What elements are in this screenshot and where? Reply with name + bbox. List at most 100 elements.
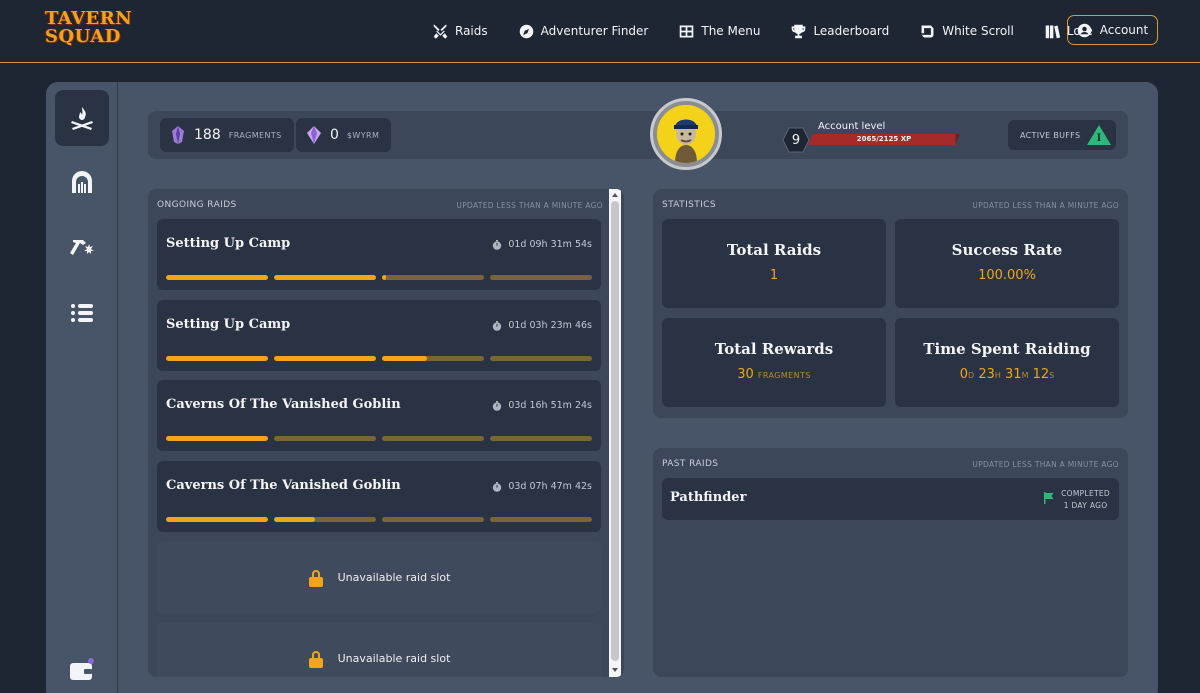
avatar-portrait [657,105,715,163]
time-minutes: 31 [1005,367,1022,382]
progress-segment [166,436,268,441]
statistics-panel: STATISTICS UPDATED LESS THAN A MINUTE AG… [653,189,1128,418]
stopwatch-icon [493,320,502,331]
stat-value: 30 FRAGMENTS [662,367,886,382]
progress-segment [490,436,592,441]
nav-white-scroll[interactable]: White Scroll [919,23,1014,40]
wyrm-unit: $WYRM [346,130,380,140]
lock-icon [308,569,323,587]
account-label: Account [1099,23,1149,37]
raid-timer: 01d 03h 23m 46s [492,320,592,331]
nav-raids-label: Raids [455,24,488,38]
fragments-unit: FRAGMENTS [228,130,282,140]
wyrm-counter[interactable]: 0 $WYRM [296,118,392,152]
statistics-heading: STATISTICS [662,200,716,210]
past-raid-status: COMPLETED 1 DAY AGO [1061,488,1110,512]
raid-card[interactable]: Setting Up Camp 01d 03h 23m 46s [157,300,601,371]
unavailable-slot: Unavailable raid slot [157,623,601,677]
progress-segment [382,517,484,522]
sidebar [46,82,118,693]
crossed-swords-icon [433,24,448,39]
tavern-squad-logo[interactable]: TAVERN SQUAD [45,10,132,50]
top-bar: TAVERN SQUAD Raids Adventurer Finder The… [0,0,1200,63]
progress-segment [382,436,484,441]
buff-triangle-icon: I [1087,125,1112,145]
progress-segment [490,275,592,280]
progress-segment [274,275,376,280]
rewards-unit: FRAGMENTS [757,371,811,380]
fragments-counter[interactable]: 188 FRAGMENTS [160,118,294,152]
sidebar-camp-button[interactable] [55,90,109,146]
trophy-icon [792,24,806,38]
past-raid-item[interactable]: Pathfinder COMPLETED 1 DAY AGO [662,478,1119,520]
nav-the-menu-label: The Menu [701,24,761,38]
progress-fill [166,517,268,522]
raid-card[interactable]: Caverns Of The Vanished Goblin 03d 16h 51… [157,380,601,451]
raid-progress [166,275,592,280]
raid-card[interactable]: Caverns Of The Vanished Goblin 03d 07h 47… [157,461,601,532]
progress-fill [382,356,427,361]
wyrm-gem-icon [307,126,321,144]
fragments-amount: 188 [194,127,221,143]
nav-leaderboard[interactable]: Leaderboard [790,23,889,40]
sidebar-dungeon-button[interactable] [55,155,109,211]
progress-segment [166,275,268,280]
past-raid-when: 1 DAY AGO [1063,501,1108,510]
stopwatch-icon [493,400,502,411]
flag-icon [1044,492,1054,504]
raid-name: Setting Up Camp [166,317,291,332]
stat-value: 1 [769,268,779,283]
sidebar-wallet-button[interactable] [55,642,109,693]
account-button[interactable]: Account [1067,15,1158,45]
progress-fill [166,275,268,280]
time-days: 0 [959,367,969,382]
ongoing-raids-heading: ONGOING RAIDS [157,200,237,210]
nav-leaderboard-label: Leaderboard [813,24,890,38]
active-buffs-button[interactable]: ACTIVE BUFFS I [1008,120,1116,150]
raids-scrollbar[interactable] [609,189,621,677]
stat-title: Success Rate [951,241,1063,259]
progress-segment [166,517,268,522]
statistics-updated: UPDATED LESS THAN A MINUTE AGO [972,201,1119,210]
menu-grid-icon [680,25,694,37]
status-strip: 188 FRAGMENTS 0 $WYRM 9 Account level 20… [148,98,1128,170]
scroll-down-icon[interactable] [611,666,619,674]
progress-fill [166,356,268,361]
time-seconds-unit: S [1049,371,1055,380]
sidebar-list-button[interactable] [55,285,109,341]
nav-white-scroll-label: White Scroll [942,24,1014,38]
level-title: Account level [818,121,886,132]
nav-raids[interactable]: Raids [432,23,488,40]
progress-segment [382,275,484,280]
raid-name: Caverns Of The Vanished Goblin [166,397,401,412]
scroll-up-icon[interactable] [611,191,619,199]
raid-timer-text: 01d 03h 23m 46s [508,320,592,331]
campfire-icon [71,107,93,130]
user-circle-icon [1077,23,1092,37]
adventurer-portrait-icon [657,105,715,163]
stat-value: 0D 23H 31M 12S [895,367,1119,382]
unavailable-slot-label: Unavailable raid slot [337,571,451,584]
nav-adventurer-finder[interactable]: Adventurer Finder [518,23,649,40]
raid-timer: 03d 16h 51m 24s [492,400,592,411]
progress-fill [382,275,387,280]
wallet-icon [70,658,94,680]
unavailable-slot: Unavailable raid slot [157,542,601,613]
xp-text: 2065/2125 XP [856,135,912,143]
raid-card[interactable]: Setting Up Camp 01d 09h 31m 54s [157,219,601,290]
nav-adventurer-finder-label: Adventurer Finder [540,24,649,38]
scroll-thumb[interactable] [611,201,619,661]
nav-the-menu[interactable]: The Menu [678,23,760,40]
progress-segment [274,436,376,441]
avatar[interactable] [650,98,722,170]
stat-title: Total Raids [726,241,822,259]
progress-segment [490,517,592,522]
unavailable-slot-label: Unavailable raid slot [337,652,451,665]
time-minutes-unit: M [1021,371,1029,380]
stopwatch-icon [493,481,502,492]
progress-fill [274,356,376,361]
progress-segment [382,356,484,361]
sidebar-forge-button[interactable] [55,220,109,276]
raid-progress [166,356,592,361]
fragment-crystal-icon [172,126,184,144]
